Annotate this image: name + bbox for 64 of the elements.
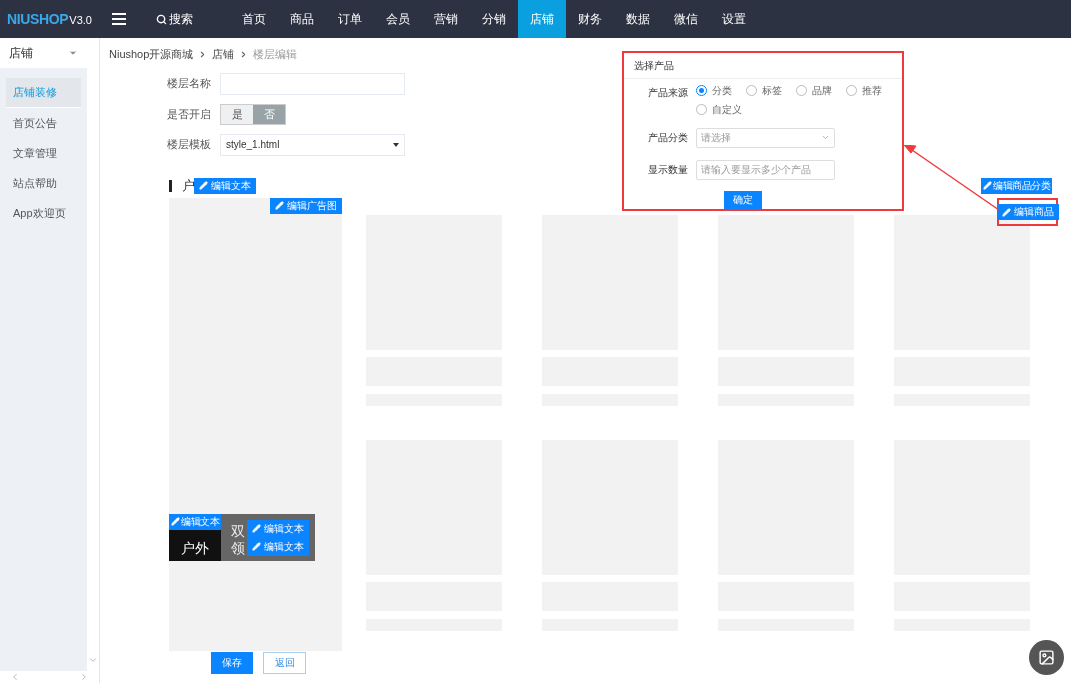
nav-tab[interactable]: 首页 <box>230 0 278 38</box>
scroll-left-icon[interactable] <box>10 672 20 682</box>
pencil-icon <box>252 542 261 551</box>
breadcrumb-item[interactable]: Niushop开源商城 <box>109 46 194 63</box>
nav-tab[interactable]: 订单 <box>326 0 374 38</box>
image-button[interactable] <box>1029 640 1064 675</box>
radio-option[interactable]: 品牌 <box>796 82 846 98</box>
search-icon <box>156 13 167 25</box>
sidebar-item[interactable]: 首页公告 <box>6 108 82 138</box>
pencil-icon <box>199 181 208 190</box>
nav-tab[interactable]: 数据 <box>614 0 662 38</box>
scroll-down-icon[interactable] <box>88 655 99 665</box>
ad-text: 户外 <box>181 539 209 557</box>
ad-text: 双 <box>231 522 245 540</box>
edit-button[interactable]: 编辑广告图 <box>270 197 342 214</box>
back-button[interactable]: 返回 <box>263 651 306 674</box>
template-select[interactable]: style_1.html <box>220 133 405 156</box>
field-label: 是否开启 <box>166 106 212 122</box>
radio-option[interactable]: 自定义 <box>696 101 746 117</box>
breadcrumb-item: 楼层编辑 <box>253 47 298 62</box>
logo: NIUSHOPV3.0 <box>6 9 93 29</box>
nav-tab[interactable]: 营销 <box>422 0 470 38</box>
image-icon <box>1038 649 1055 666</box>
field-label: 楼层模板 <box>166 137 212 153</box>
confirm-button[interactable]: 确定 <box>724 190 762 209</box>
search-button[interactable]: 搜索 <box>156 10 226 28</box>
nav-tab[interactable]: 设置 <box>710 0 758 38</box>
sidebar-item[interactable]: App欢迎页 <box>6 198 82 228</box>
scroll-right-icon[interactable] <box>79 672 89 682</box>
radio-option[interactable]: 推荐 <box>846 82 896 98</box>
nav-tab[interactable]: 商品 <box>278 0 326 38</box>
nav-tab[interactable]: 微信 <box>662 0 710 38</box>
field-label: 楼层名称 <box>166 76 212 92</box>
radio-option[interactable]: 分类 <box>696 82 746 98</box>
nav-tab[interactable]: 分销 <box>470 0 518 38</box>
count-input[interactable]: 请输入要显示多少个产品 <box>696 159 835 180</box>
pencil-icon <box>171 517 180 526</box>
field-label: 产品分类 <box>647 131 689 146</box>
dialog-title: 选择产品 <box>624 53 902 79</box>
breadcrumb-item[interactable]: 店铺 <box>212 46 235 63</box>
radio-option[interactable]: 标签 <box>746 82 796 98</box>
floor-title: 户 <box>182 176 195 195</box>
dropdown-arrow-icon <box>393 142 399 147</box>
sidebar-item[interactable]: 站点帮助 <box>6 168 82 198</box>
ad-text: 领 <box>231 539 245 557</box>
pencil-icon <box>275 201 284 210</box>
edit-button[interactable]: 编辑商品分类 <box>981 177 1052 194</box>
edit-button[interactable]: 编辑商品 <box>996 204 1059 220</box>
edit-button[interactable]: 编辑文本 <box>169 513 221 530</box>
save-button[interactable]: 保存 <box>211 651 253 674</box>
caret-icon <box>68 48 79 58</box>
pencil-icon <box>983 181 992 190</box>
menu-icon[interactable] <box>112 13 126 25</box>
pencil-icon <box>252 524 261 533</box>
pencil-icon <box>1001 207 1011 217</box>
edit-button[interactable]: 编辑文本 <box>194 177 256 194</box>
title-bar-mark <box>169 179 172 192</box>
field-label: 显示数量 <box>647 163 689 178</box>
toggle-option[interactable]: 是 <box>221 104 253 124</box>
sidebar-item[interactable]: 文章管理 <box>6 138 82 168</box>
field-label: 产品来源 <box>647 85 689 100</box>
floor-name-input[interactable] <box>220 72 405 95</box>
nav-tab[interactable]: 财务 <box>566 0 614 38</box>
nav-tab[interactable]: 会员 <box>374 0 422 38</box>
